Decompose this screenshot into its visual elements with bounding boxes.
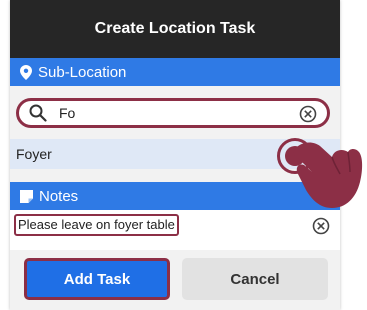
sub-location-search[interactable]	[16, 98, 330, 128]
clear-notes-icon[interactable]	[312, 217, 330, 235]
cancel-button[interactable]: Cancel	[182, 258, 328, 300]
sub-location-label: Sub-Location	[38, 63, 127, 81]
notes-label: Notes	[39, 187, 79, 205]
clear-search-icon[interactable]	[299, 105, 317, 123]
search-icon	[29, 104, 47, 122]
sub-location-header: Sub-Location	[10, 58, 340, 86]
notes-row: Please leave on foyer table	[10, 210, 340, 250]
location-pin-icon	[20, 64, 32, 80]
search-input[interactable]	[59, 105, 289, 121]
add-task-button[interactable]: Add Task	[24, 258, 170, 300]
result-label: Foyer	[16, 146, 52, 162]
pointing-hand-icon	[290, 130, 365, 215]
title-bar: Create Location Task	[10, 0, 340, 58]
page-title: Create Location Task	[94, 20, 256, 37]
action-footer: Add Task Cancel	[10, 250, 340, 310]
notes-field[interactable]: Please leave on foyer table	[14, 214, 179, 236]
note-icon	[20, 189, 33, 203]
